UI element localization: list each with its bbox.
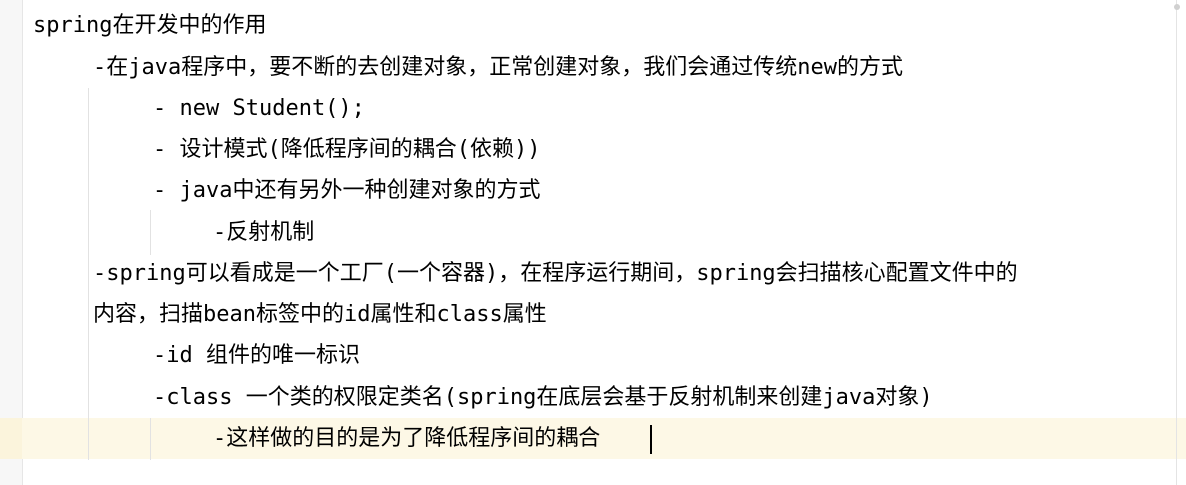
text-editor[interactable]: spring在开发中的作用 -在java程序中，要不断的去创建对象，正常创建对象… xyxy=(0,0,1186,485)
code-line-10[interactable]: -class 一个类的权限定类名(spring在底层会基于反射机制来创建java… xyxy=(153,378,933,418)
code-line-8[interactable]: 内容，扫描bean标签中的id属性和class属性 xyxy=(93,295,547,335)
editor-gutter xyxy=(0,0,23,485)
indent-guide xyxy=(88,88,89,460)
code-line-6[interactable]: -反射机制 xyxy=(213,213,314,253)
code-line-4[interactable]: - 设计模式(降低程序间的耦合(依赖)) xyxy=(153,130,540,170)
code-line-2[interactable]: -在java程序中，要不断的去创建对象，正常创建对象，我们会通过传统new的方式 xyxy=(93,48,903,88)
code-line-5[interactable]: - java中还有另外一种创建对象的方式 xyxy=(153,171,540,211)
code-line-1[interactable]: spring在开发中的作用 xyxy=(33,6,266,46)
code-line-3[interactable]: - new Student(); xyxy=(153,89,365,129)
inspection-marker-icon xyxy=(1174,4,1180,10)
indent-guide xyxy=(150,418,151,460)
text-caret xyxy=(650,425,652,454)
code-line-11[interactable]: -这样做的目的是为了降低程序间的耦合 xyxy=(213,419,600,459)
gutter-current-line xyxy=(0,418,22,459)
indent-guide xyxy=(150,210,151,255)
code-line-9[interactable]: -id 组件的唯一标识 xyxy=(153,336,360,376)
code-line-7[interactable]: -spring可以看成是一个工厂(一个容器)，在程序运行期间，spring会扫描… xyxy=(93,254,1018,294)
right-margin-guide xyxy=(1176,0,1177,485)
